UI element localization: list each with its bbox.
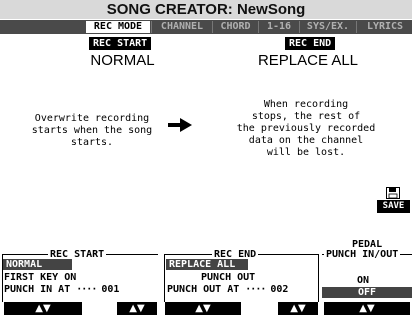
rec-end-description: When recording stops, the rest of the pr… — [236, 99, 376, 158]
rec-end-option-punch-out-at[interactable]: PUNCH OUT AT ···· 002 — [167, 284, 288, 295]
rec-end-updown-button-2[interactable]: ▲▼ — [278, 302, 318, 315]
pedal-panel-subtitle: PUNCH IN/OUT — [324, 249, 401, 260]
floppy-disk-icon — [386, 187, 400, 199]
arrow-right-icon — [168, 118, 192, 132]
screen-title: SONG CREATOR: NewSong — [0, 0, 412, 19]
rec-start-option-punch-in-at[interactable]: PUNCH IN AT ···· 001 — [4, 284, 119, 295]
rec-end-value: REPLACE ALL — [257, 52, 359, 69]
dotted-leader: ···· — [245, 284, 271, 295]
song-creator-screen: SONG CREATOR: NewSong REC MODE CHANNEL C… — [0, 0, 412, 315]
save-button[interactable]: SAVE — [376, 185, 410, 217]
pedal-updown-button[interactable]: ▲▼ — [324, 302, 410, 315]
punch-in-value[interactable]: 001 — [101, 284, 119, 295]
tab-sys-ex[interactable]: SYS/EX. — [299, 21, 356, 33]
rec-start-tag: REC START — [89, 37, 152, 50]
button-row: ▲▼ ▲▼ ▲▼ ▲▼ ▲▼ — [0, 302, 412, 315]
rec-start-updown-button-1[interactable]: ▲▼ — [4, 302, 82, 315]
rec-start-option-normal[interactable]: NORMAL — [3, 259, 72, 270]
rec-start-value: NORMAL — [90, 52, 155, 69]
pedal-option-on[interactable]: ON — [357, 275, 369, 286]
tab-lyrics[interactable]: LYRICS — [356, 21, 412, 33]
dotted-leader: ···· — [76, 284, 102, 295]
rec-start-option-first-key-on[interactable]: FIRST KEY ON — [4, 272, 76, 283]
tab-bar: REC MODE CHANNEL CHORD 1-16 SYS/EX. LYRI… — [0, 20, 412, 34]
pedal-option-off[interactable]: OFF — [322, 287, 412, 298]
rec-end-updown-button-1[interactable]: ▲▼ — [165, 302, 241, 315]
rec-start-updown-button-2[interactable]: ▲▼ — [117, 302, 157, 315]
panel-divider — [318, 254, 319, 302]
tab-1-16[interactable]: 1-16 — [258, 21, 299, 33]
punch-out-label: PUNCH OUT AT — [167, 284, 240, 295]
rec-end-tag: REC END — [285, 37, 336, 50]
tab-channel[interactable]: CHANNEL — [151, 21, 212, 33]
rec-end-option-punch-out[interactable]: PUNCH OUT — [201, 272, 255, 283]
panel-divider — [164, 254, 165, 302]
punch-out-value[interactable]: 002 — [270, 284, 288, 295]
tab-chord[interactable]: CHORD — [212, 21, 258, 33]
punch-in-label: PUNCH IN AT — [4, 284, 71, 295]
tab-rec-mode[interactable]: REC MODE — [86, 21, 150, 33]
rec-start-description: Overwrite recording starts when the song… — [31, 113, 153, 148]
save-label: SAVE — [377, 200, 410, 213]
rec-end-option-replace-all[interactable]: REPLACE ALL — [166, 259, 248, 270]
